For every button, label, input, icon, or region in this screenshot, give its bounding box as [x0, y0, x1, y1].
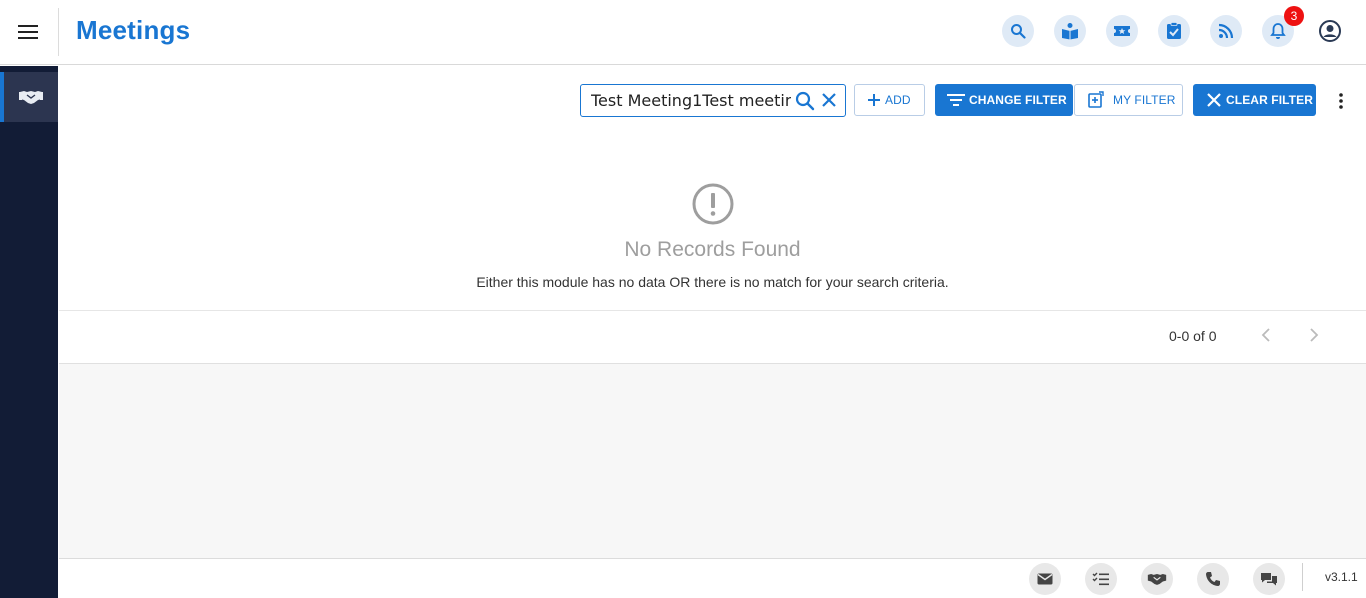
- header-divider: [58, 8, 59, 56]
- handshake-icon[interactable]: [1141, 563, 1173, 595]
- menu-icon[interactable]: [14, 20, 42, 44]
- bell-icon[interactable]: 3: [1262, 6, 1304, 47]
- close-icon[interactable]: [820, 91, 838, 114]
- version-label: v3.1.1: [1325, 570, 1358, 584]
- clear-filter-button[interactable]: CLEAR FILTER: [1193, 84, 1316, 116]
- book-icon[interactable]: [1054, 15, 1086, 47]
- footer-divider: [1302, 563, 1303, 591]
- email-icon[interactable]: [1029, 563, 1061, 595]
- pagination: 0-0 of 0: [59, 310, 1366, 364]
- chevron-left-icon[interactable]: [1259, 327, 1273, 348]
- account-icon[interactable]: [1314, 15, 1346, 47]
- empty-state-message: Either this module has no data OR there …: [476, 274, 949, 290]
- handshake-icon: [19, 91, 43, 104]
- empty-state-title: No Records Found: [624, 238, 801, 261]
- chevron-right-icon[interactable]: [1307, 327, 1321, 348]
- ticket-icon[interactable]: [1106, 15, 1138, 47]
- app-header: Meetings 3: [0, 0, 1366, 65]
- add-button[interactable]: ADD: [854, 84, 925, 116]
- chat-icon[interactable]: [1253, 563, 1285, 595]
- my-filter-label: MY FILTER: [1113, 93, 1176, 107]
- pagination-range: 0-0 of 0: [1169, 328, 1217, 344]
- search-icon[interactable]: [795, 91, 815, 116]
- change-filter-button[interactable]: CHANGE FILTER: [935, 84, 1073, 116]
- add-button-label: ADD: [885, 93, 911, 107]
- plus-icon: [868, 94, 880, 106]
- search-icon[interactable]: [1002, 15, 1034, 47]
- search-field[interactable]: [580, 84, 846, 117]
- clear-filter-label: CLEAR FILTER: [1226, 93, 1313, 107]
- sidebar-item-meetings[interactable]: [0, 72, 58, 122]
- notification-badge: 3: [1284, 6, 1304, 26]
- close-icon: [1207, 93, 1221, 107]
- task-icon[interactable]: [1158, 15, 1190, 47]
- page-title: Meetings: [76, 15, 191, 45]
- my-filter-button[interactable]: MY FILTER: [1074, 84, 1183, 116]
- filter-icon: [947, 94, 965, 106]
- header-icon-bar: 3: [1002, 6, 1346, 47]
- phone-icon[interactable]: [1197, 563, 1229, 595]
- search-input[interactable]: [591, 91, 791, 110]
- footer-bar: v3.1.1: [59, 558, 1366, 598]
- pagination-underline: [1145, 363, 1343, 364]
- more-options-icon[interactable]: [1335, 90, 1347, 112]
- rss-icon[interactable]: [1210, 15, 1242, 47]
- bookmark-add-icon: [1088, 91, 1104, 108]
- footer-icon-bar: [1029, 563, 1285, 595]
- sidebar: [0, 66, 58, 598]
- checklist-icon[interactable]: [1085, 563, 1117, 595]
- main-content: ADD CHANGE FILTER MY FILTER CLEAR FILTER…: [59, 66, 1366, 558]
- alert-icon: [691, 182, 735, 231]
- change-filter-label: CHANGE FILTER: [969, 93, 1067, 107]
- records-panel: ADD CHANGE FILTER MY FILTER CLEAR FILTER…: [59, 66, 1366, 364]
